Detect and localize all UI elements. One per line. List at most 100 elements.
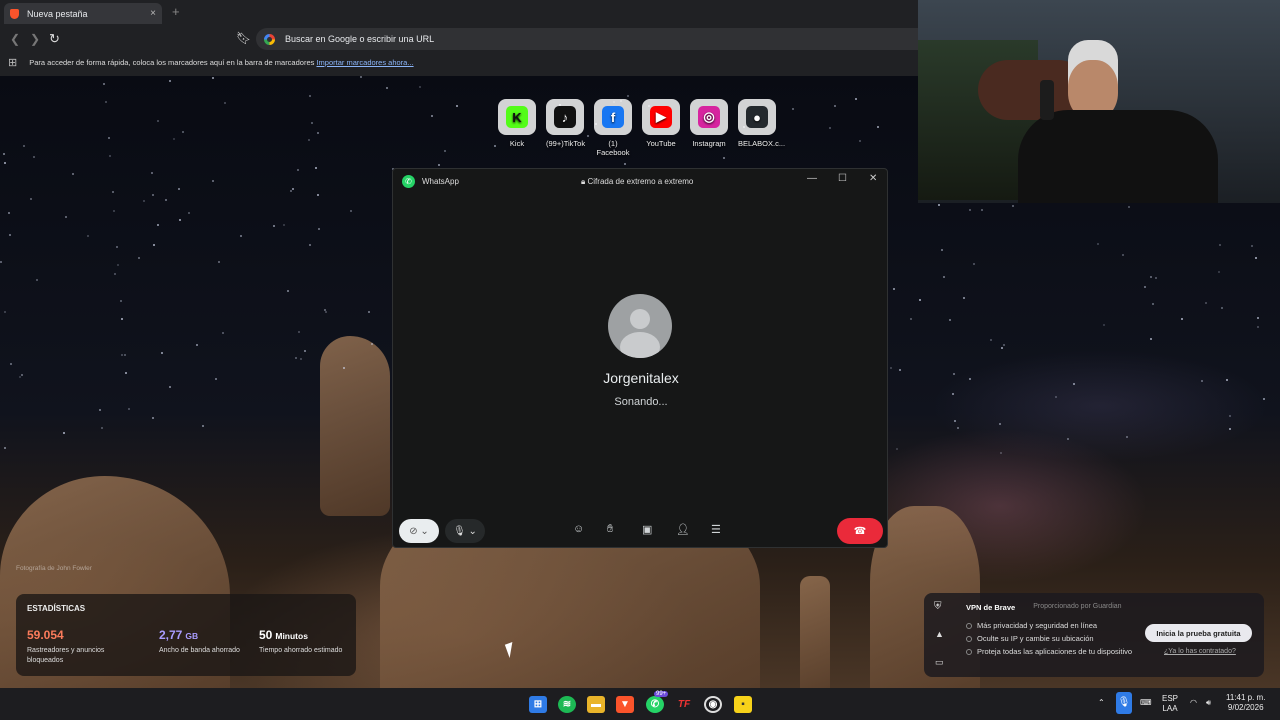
chevron-down-icon[interactable]: ⌄: [469, 526, 477, 537]
star: [1097, 243, 1099, 245]
whatsapp-taskbar-icon[interactable]: ✆: [646, 696, 664, 713]
add-participant-icon[interactable]: 👤︎: [676, 523, 690, 536]
shortcut-label: YouTube: [646, 139, 676, 148]
start-trial-button[interactable]: Inicia la prueba gratuita: [1145, 624, 1252, 642]
shortcut-2[interactable]: f (1) Facebook: [594, 99, 632, 157]
tf-app-icon[interactable]: TF: [675, 696, 693, 713]
windows-start-icon[interactable]: ⊞: [529, 696, 547, 713]
shortcut-1[interactable]: ♪ (99+)TikTok: [546, 99, 585, 157]
reload-icon[interactable]: ↻: [49, 31, 60, 47]
stat-unit: Minutos: [275, 631, 308, 641]
tab-close-icon[interactable]: ×: [150, 8, 156, 19]
apps-grid-icon[interactable]: ⊞: [8, 56, 17, 69]
end-call-button[interactable]: ☎︎: [837, 518, 883, 544]
volume-icon[interactable]: 🔊︎: [1206, 698, 1211, 708]
star: [222, 332, 224, 334]
star: [165, 199, 167, 201]
star: [292, 188, 294, 190]
address-bar[interactable]: Buscar en Google o escribir una URL: [256, 28, 918, 50]
shortcut-3[interactable]: ▶ YouTube: [642, 99, 680, 157]
star: [1144, 286, 1146, 288]
star: [952, 393, 954, 395]
star: [1201, 380, 1203, 382]
webcam-overlay: [918, 0, 1280, 203]
chevron-up-icon[interactable]: ⌃: [1098, 698, 1105, 708]
microphone-device: [1040, 80, 1054, 120]
rock-formation: [800, 576, 830, 688]
star: [298, 331, 300, 333]
star: [215, 378, 217, 380]
video-off-icon: ⊘: [409, 525, 418, 537]
keyboard-icon[interactable]: ⌨: [1140, 698, 1152, 708]
star: [99, 409, 101, 411]
star: [143, 200, 145, 202]
spotify-icon[interactable]: ≋: [558, 696, 576, 713]
call-status: Sonando...: [614, 396, 668, 408]
star: [101, 427, 103, 429]
star: [224, 102, 226, 104]
star: [1126, 436, 1128, 438]
microphone-button[interactable]: 🎙︎ ⌄: [445, 519, 485, 543]
shortcut-4[interactable]: ◎ Instagram: [690, 99, 728, 157]
input-language[interactable]: ESP LAA: [1162, 694, 1178, 714]
star: [4, 311, 6, 313]
camera-off-button[interactable]: ⊘ ⌄: [399, 519, 439, 543]
new-tab-button[interactable]: +: [172, 4, 180, 19]
more-options-icon[interactable]: ☰: [711, 523, 721, 536]
star: [792, 108, 794, 110]
star: [212, 180, 214, 182]
bookmark-icon[interactable]: 🔖︎: [236, 31, 251, 45]
star: [152, 417, 154, 419]
star: [103, 83, 105, 85]
import-bookmarks-link[interactable]: Importar marcadores ahora...: [316, 58, 413, 67]
star: [1251, 245, 1253, 247]
star: [1257, 317, 1259, 319]
star: [890, 367, 892, 369]
microphone-tray-icon[interactable]: 🎙︎: [1116, 692, 1132, 714]
star: [943, 276, 945, 278]
vpn-feature-text: Oculte su IP y cambie su ubicación: [977, 634, 1094, 643]
raise-hand-icon[interactable]: ✋︎: [607, 523, 613, 536]
star: [1257, 326, 1259, 328]
star: [152, 194, 154, 196]
star: [65, 216, 67, 218]
back-icon[interactable]: ❮: [10, 32, 20, 46]
star: [963, 297, 965, 299]
share-screen-icon[interactable]: ▣: [642, 523, 652, 536]
chevron-down-icon[interactable]: ⌄: [420, 526, 428, 537]
vpn-header: VPN de Brave Proporcionado por Guardian: [966, 603, 1122, 612]
already-subscribed-link[interactable]: ¿Ya lo has contratado?: [1164, 648, 1236, 655]
shortcut-0[interactable]: K Kick: [498, 99, 536, 157]
chrome-icon[interactable]: ◉: [704, 696, 722, 713]
star: [153, 244, 155, 246]
file-explorer-icon[interactable]: ▬: [587, 696, 605, 713]
emoji-icon[interactable]: ☺: [573, 523, 584, 535]
minimize-icon[interactable]: —: [807, 173, 817, 184]
stat-label: Rastreadores y anuncios bloqueados: [27, 647, 105, 664]
star: [1229, 428, 1231, 430]
sticky-notes-icon[interactable]: ▪: [734, 696, 752, 713]
close-icon[interactable]: ✕: [869, 173, 877, 184]
star: [290, 190, 292, 192]
stat-value: 50: [259, 628, 273, 642]
shortcut-label: Instagram: [692, 139, 726, 148]
bookmarks-bar: ⊞ Para acceder de forma rápida, coloca l…: [8, 56, 414, 69]
star: [138, 257, 140, 259]
stat-item: 50 Minutos Tiempo ahorrado estimado: [259, 626, 351, 656]
wifi-icon[interactable]: ◠: [1190, 698, 1197, 708]
star: [419, 86, 421, 88]
phone-hangup-icon: ☎︎: [853, 525, 867, 537]
star: [1218, 271, 1220, 273]
stats-widget: ESTADÍSTICAS 59.054 Rastreadores y anunci…: [16, 594, 356, 676]
bullet-icon: [966, 635, 972, 642]
maximize-icon[interactable]: ☐: [838, 173, 847, 184]
stat-item: 59.054 Rastreadores y anuncios bloqueados: [27, 626, 119, 666]
forward-icon[interactable]: ❯: [30, 32, 40, 46]
shortcut-tile: ♪: [546, 99, 584, 135]
shortcut-5[interactable]: ● BELABOX.c...: [738, 99, 785, 157]
star: [1055, 396, 1057, 398]
star: [309, 95, 311, 97]
brave-taskbar-icon[interactable]: ▼: [616, 696, 634, 713]
tab-new-tab[interactable]: Nueva pestaña ×: [4, 3, 162, 24]
clock[interactable]: 11:41 p. m. 9/02/2026: [1226, 693, 1265, 713]
